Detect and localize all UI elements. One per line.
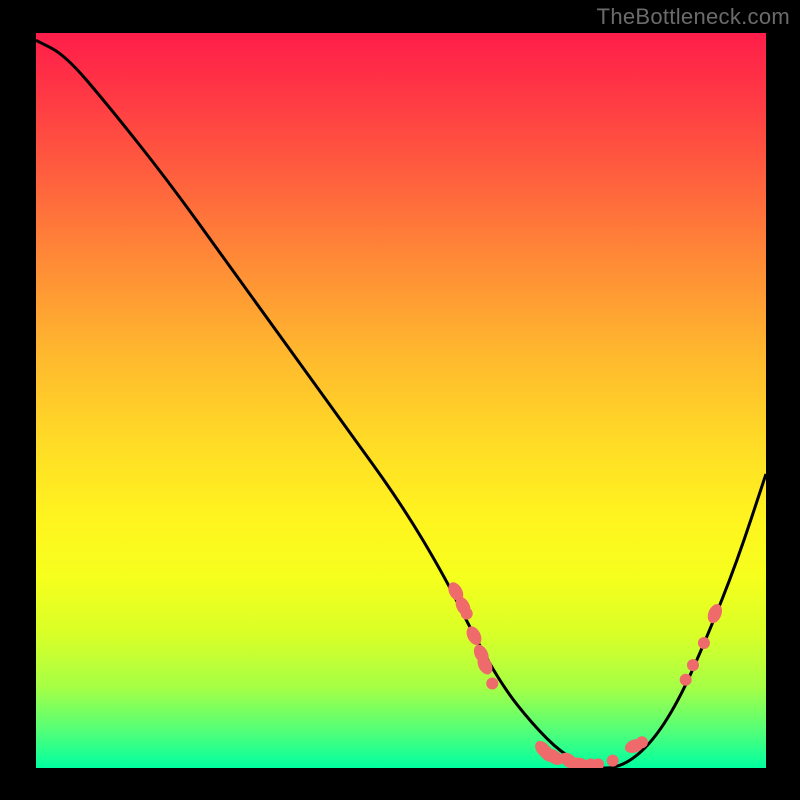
chart-svg (36, 33, 766, 768)
chart-frame: TheBottleneck.com (0, 0, 800, 800)
curve-marker (698, 637, 710, 649)
plot-area (36, 33, 766, 768)
curve-marker (687, 659, 699, 671)
marker-layer (445, 580, 725, 768)
curve-marker (636, 736, 648, 748)
curve-marker (705, 602, 725, 625)
curve-marker (607, 755, 619, 767)
watermark-text: TheBottleneck.com (597, 4, 790, 30)
curve-marker (461, 608, 473, 620)
bottleneck-curve (36, 40, 766, 768)
curve-marker (680, 674, 692, 686)
curve-marker (464, 624, 485, 648)
curve-marker (486, 677, 498, 689)
